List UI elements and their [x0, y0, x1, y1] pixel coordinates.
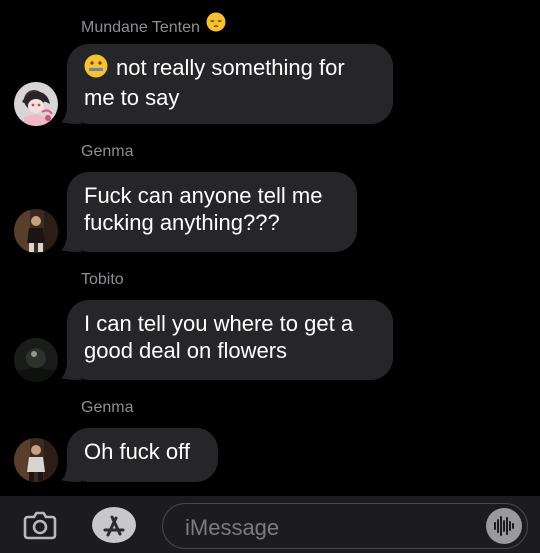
message-thread: Mundane Tenten not really something for … — [0, 0, 540, 496]
imessage-input[interactable]: iMessage — [162, 503, 528, 549]
sender-name-text: Mundane Tenten — [81, 19, 200, 36]
bubble-tail — [61, 104, 81, 124]
message-bubble[interactable]: Fuck can anyone tell me fucking anything… — [61, 172, 357, 252]
pensive-face-emoji-icon — [206, 12, 226, 37]
sender-name: Tobito — [81, 271, 124, 289]
bubble-tail — [61, 232, 81, 252]
bubble-tail — [61, 462, 81, 482]
person-photo-avatar-icon[interactable] — [14, 438, 58, 482]
message-text: Oh fuck off — [84, 439, 190, 464]
imessage-placeholder: iMessage — [185, 515, 280, 540]
camera-icon[interactable] — [22, 508, 58, 542]
dark-photo-avatar-icon[interactable] — [14, 338, 58, 382]
sender-name: Genma — [81, 143, 133, 161]
app-store-icon[interactable] — [91, 506, 137, 544]
zipper-mouth-face-emoji-icon — [84, 54, 108, 84]
message-text: Fuck can anyone tell me fucking anything… — [84, 183, 323, 235]
bubble-tail — [61, 360, 81, 380]
sender-name-text: Genma — [81, 399, 134, 416]
message-bubble[interactable]: Oh fuck off — [61, 428, 218, 482]
message-text: I can tell you where to get a good deal … — [84, 311, 354, 363]
person-photo-avatar-icon[interactable] — [14, 209, 58, 253]
message-bubble[interactable]: I can tell you where to get a good deal … — [61, 300, 393, 380]
sender-name: Mundane Tenten — [81, 12, 226, 37]
message-composer: iMessage — [0, 496, 540, 553]
message-text: not really something for me to say — [84, 55, 345, 110]
sender-name-text: Tobito — [81, 271, 124, 288]
sender-name-text: Genma — [81, 143, 134, 160]
anime-character-avatar-icon[interactable] — [14, 82, 58, 126]
sender-name: Genma — [81, 399, 133, 417]
message-bubble[interactable]: not really something for me to say — [61, 44, 393, 124]
audio-waveform-icon[interactable] — [486, 508, 522, 544]
